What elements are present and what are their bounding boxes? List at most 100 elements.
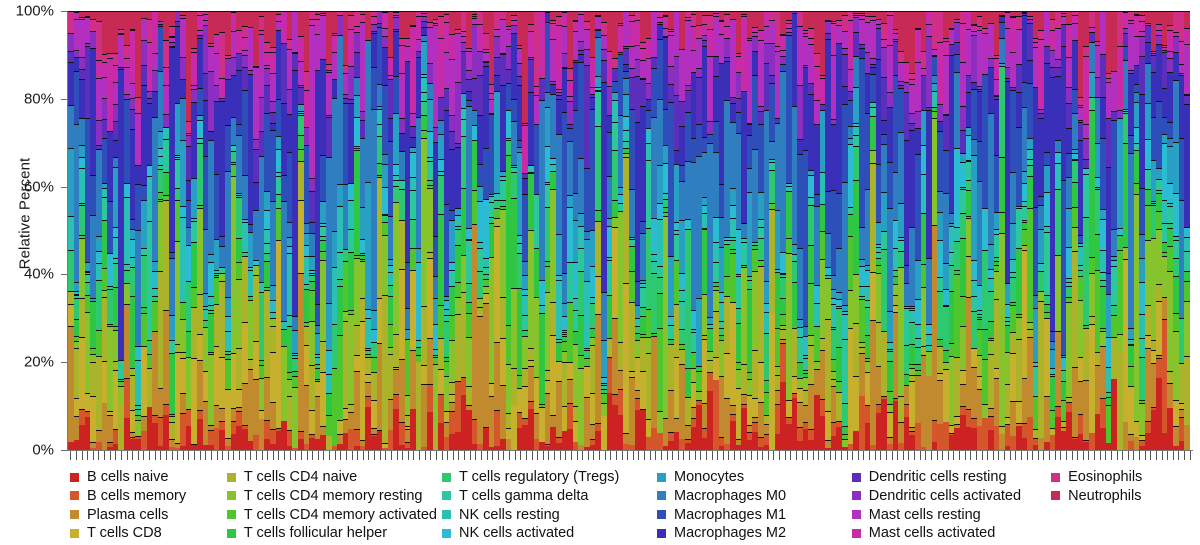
legend-item-label: NK cells resting: [458, 506, 560, 523]
legend-item[interactable]: NK cells resting: [441, 506, 642, 523]
legend-item[interactable]: Monocytes: [656, 469, 834, 486]
legend-item-label: T cells CD4 naive: [243, 469, 358, 486]
legend-item[interactable]: B cells memory: [70, 488, 219, 505]
y-axis-tick-mark: [61, 11, 67, 12]
legend-swatch-icon: [441, 472, 451, 482]
bar-segment: [1184, 95, 1190, 104]
legend-swatch-icon: [441, 491, 451, 501]
chart-root: Relative Percent 100% 80% 60% 40% 20% 0% B ce…: [0, 0, 1200, 545]
y-axis-tick-label: 100%: [15, 2, 54, 20]
legend-column: Dendritic cells resting Dendritic cells a…: [834, 466, 1033, 545]
legend-swatch-icon: [851, 528, 861, 538]
legend-swatch-icon: [656, 528, 666, 538]
legend-item[interactable]: Mast cells activated: [851, 525, 1033, 542]
legend-item[interactable]: T cells gamma delta: [441, 487, 642, 505]
y-axis-tick-label: 40%: [23, 265, 54, 283]
bar-segment: [1184, 28, 1190, 45]
legend-swatch-icon: [656, 472, 666, 482]
legend-swatch-icon: [441, 528, 451, 538]
legend-item[interactable]: Plasma cells: [70, 506, 219, 523]
legend-item[interactable]: T cells regulatory (Tregs): [441, 469, 642, 486]
legend-swatch-icon: [70, 472, 79, 482]
y-axis-tick-label: 80%: [23, 90, 54, 108]
legend-item-label: T cells regulatory (Tregs): [458, 469, 620, 486]
legend-item-label: T cells follicular helper: [243, 525, 388, 542]
legend-item[interactable]: T cells CD4 memory resting: [226, 487, 437, 505]
legend-item[interactable]: T cells CD8: [70, 525, 219, 542]
legend-item[interactable]: Dendritic cells activated: [851, 487, 1033, 505]
legend-item-label: Neutrophils: [1068, 487, 1142, 504]
legend-item[interactable]: Mast cells resting: [851, 506, 1033, 523]
legend-swatch-icon: [1051, 472, 1061, 482]
legend-item-label: Mast cells resting: [868, 506, 981, 523]
legend-swatch-icon: [441, 510, 451, 520]
bar-segment: [1184, 44, 1190, 94]
legend-swatch-icon: [851, 510, 861, 520]
legend-item[interactable]: B cells naive: [70, 469, 219, 486]
legend-item-label: T cells gamma delta: [458, 487, 589, 504]
legend-item[interactable]: Neutrophils: [1051, 488, 1200, 505]
y-axis-tick-mark: [61, 362, 67, 364]
bar-segment: [1184, 103, 1190, 228]
y-axis-tick-mark: [61, 450, 67, 451]
legend-item-label: T cells CD8: [87, 525, 162, 542]
legend-item[interactable]: T cells CD4 naive: [226, 469, 437, 486]
legend-item-label: NK cells activated: [458, 525, 575, 542]
legend-swatch-icon: [226, 472, 236, 482]
bar-segment: [1184, 237, 1190, 252]
y-axis-tick-label: 20%: [23, 353, 54, 371]
stacked-bar-plot-area: [68, 11, 1192, 450]
legend-item-label: Mast cells activated: [868, 525, 996, 542]
legend-swatch-icon: [226, 510, 236, 520]
legend-swatch-icon: [1051, 491, 1061, 501]
legend-swatch-icon: [851, 472, 861, 482]
legend-column: T cells regulatory (Tregs) T cells gamma …: [437, 466, 642, 545]
stacked-bar[interactable]: [1184, 11, 1190, 450]
legend-item-label: Monocytes: [673, 469, 745, 486]
legend-item-label: Dendritic cells resting: [868, 469, 1007, 486]
legend-swatch-icon: [226, 528, 236, 538]
legend-item-label: Eosinophils: [1068, 469, 1143, 486]
legend-column: Eosinophils Neutrophils: [1033, 466, 1200, 545]
legend-item-label: B cells naive: [87, 469, 169, 486]
legend-swatch-icon: [851, 491, 861, 501]
legend-item-label: Plasma cells: [87, 506, 169, 523]
legend-swatch-icon: [656, 491, 666, 501]
bar-segment: [1184, 270, 1190, 282]
legend-item[interactable]: Macrophages M1: [656, 506, 834, 523]
legend-swatch-icon: [70, 491, 79, 501]
legend-swatch-icon: [70, 528, 79, 538]
bar-segment: [1184, 251, 1190, 271]
legend-item-label: T cells CD4 memory activated: [243, 506, 437, 523]
bar-segment: [1184, 425, 1190, 450]
legend-item-label: Dendritic cells activated: [868, 487, 1022, 504]
legend-item[interactable]: T cells follicular helper: [226, 525, 437, 542]
y-axis-tick-mark: [61, 274, 67, 276]
legend-item-label: T cells CD4 memory resting: [243, 487, 423, 504]
legend-item-label: Macrophages M1: [673, 506, 787, 523]
legend-swatch-icon: [656, 510, 666, 520]
legend-swatch-icon: [70, 510, 79, 520]
legend-item[interactable]: Dendritic cells resting: [851, 469, 1033, 486]
y-axis-tick-label: 0%: [32, 441, 54, 459]
legend-item[interactable]: T cells CD4 memory activated: [226, 506, 437, 523]
bar-segment: [1184, 11, 1190, 29]
legend-item-label: Macrophages M0: [673, 487, 787, 504]
legend-item[interactable]: Macrophages M0: [656, 487, 834, 505]
legend-swatch-icon: [226, 491, 236, 501]
y-axis-tick-mark: [61, 186, 67, 188]
y-axis-tick-label: 60%: [23, 178, 54, 196]
legend-item[interactable]: Eosinophils: [1051, 469, 1200, 486]
bar-segment: [1184, 227, 1190, 238]
legend-item[interactable]: NK cells activated: [441, 525, 642, 542]
legend-item-label: B cells memory: [87, 487, 187, 504]
legend-item-label: Macrophages M2: [673, 525, 787, 542]
x-axis-ticks: [68, 451, 1192, 460]
legend-column: Monocytes Macrophages M0 Macrophages M1 Mac…: [642, 466, 834, 545]
bar-segment: [1184, 281, 1190, 301]
legend-column: B cells naive B cells memory Plasma cells T…: [0, 466, 219, 545]
legend-item[interactable]: Macrophages M2: [656, 525, 834, 542]
bar-segment: [1184, 355, 1190, 426]
chart-legend: B cells naive B cells memory Plasma cells T…: [0, 466, 1200, 545]
x-axis-tick: [1187, 451, 1193, 460]
